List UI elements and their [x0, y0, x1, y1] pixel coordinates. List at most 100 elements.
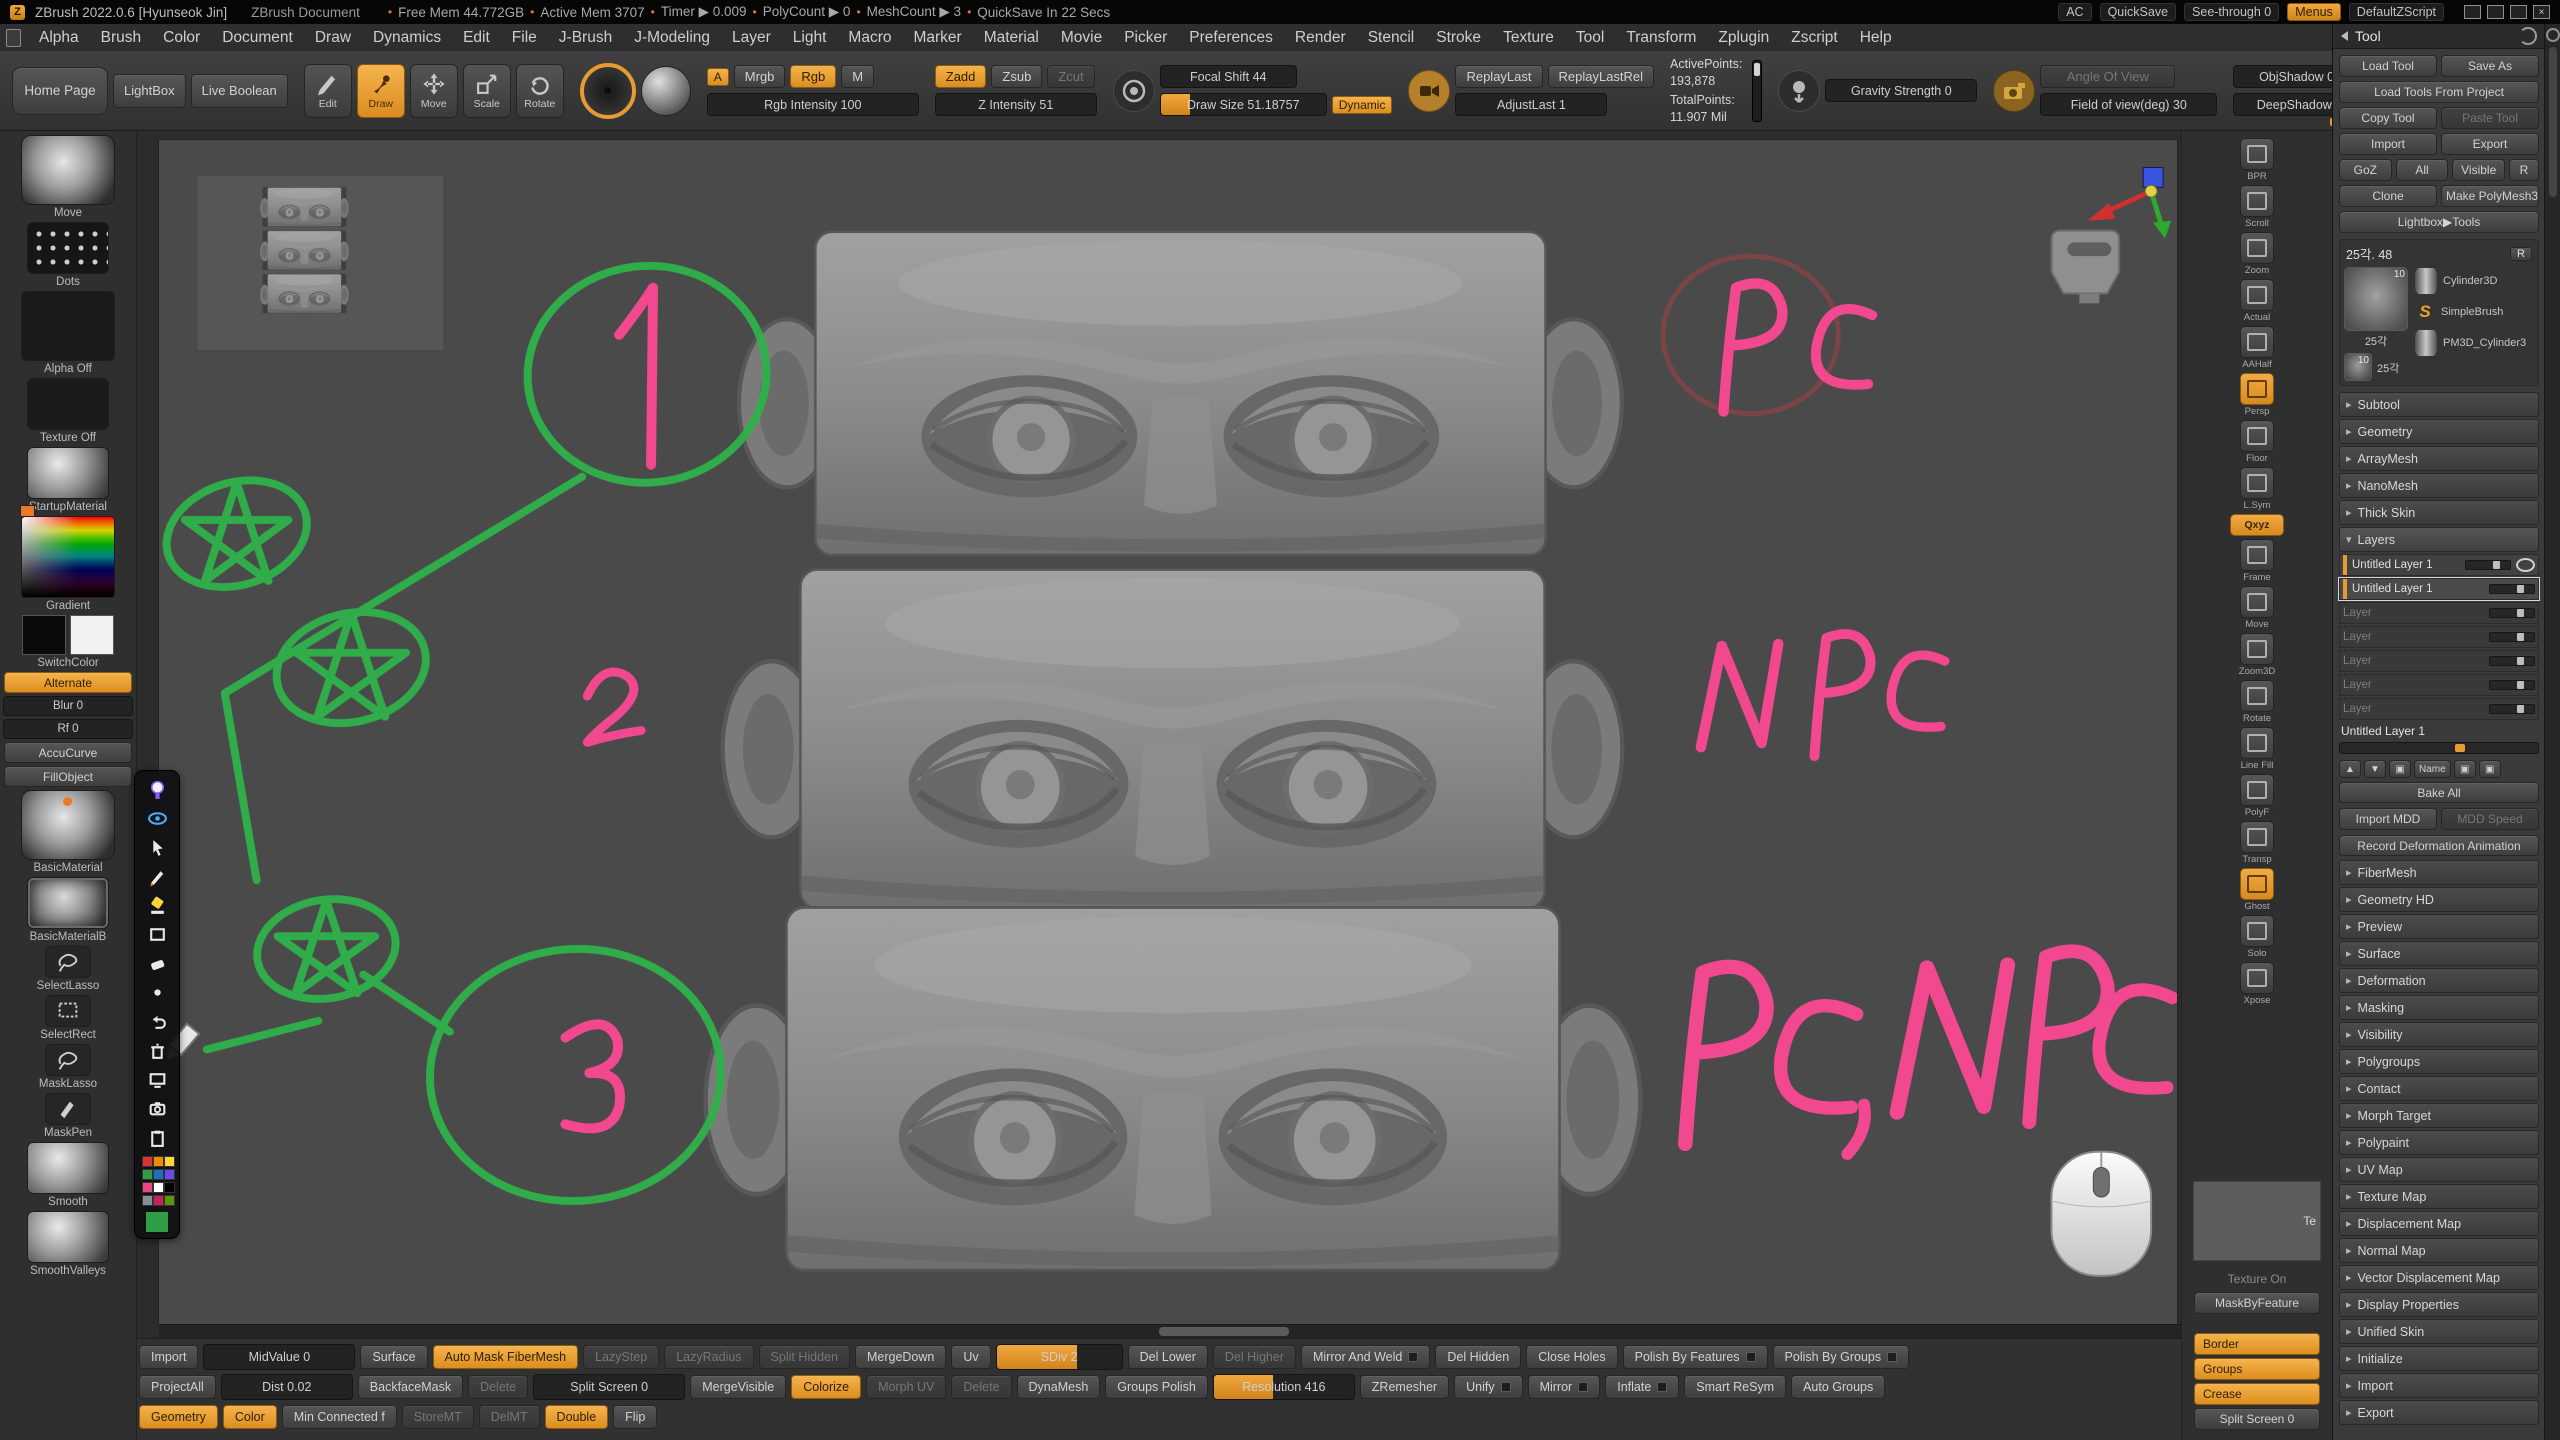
titlebar-quicksave[interactable]: QuickSave	[2100, 3, 2176, 21]
eye-icon[interactable]	[142, 805, 172, 832]
texture-off-thumbnail[interactable]	[27, 378, 109, 430]
titlebar-ac[interactable]: AC	[2058, 3, 2091, 21]
fillobject-button[interactable]: FillObject	[4, 766, 132, 787]
mode-edit-button[interactable]: Edit	[304, 64, 352, 118]
menu-zplugin[interactable]: Zplugin	[1707, 27, 1780, 49]
layer-slider[interactable]	[2489, 704, 2535, 714]
layer-dup-button[interactable]: ▣	[2454, 760, 2476, 778]
shelf-line-fill[interactable]: Line Fill	[2240, 727, 2274, 771]
scroll-icon[interactable]	[2240, 185, 2274, 217]
alpha-preview[interactable]	[641, 66, 691, 116]
section-deformation[interactable]: ▸Deformation	[2339, 968, 2539, 993]
focal-shift-slider[interactable]: Focal Shift 44	[1160, 65, 1297, 88]
trash-icon[interactable]	[142, 1037, 172, 1064]
win-layout-1-icon[interactable]	[2464, 5, 2481, 19]
mergedown-button[interactable]: MergeDown	[855, 1345, 946, 1369]
geometry-button[interactable]: Geometry	[139, 1405, 218, 1429]
shelf-ghost[interactable]: Ghost	[2240, 868, 2274, 912]
layer-slider[interactable]	[2489, 656, 2535, 666]
win-layout-2-icon[interactable]	[2487, 5, 2504, 19]
menu-file[interactable]: File	[501, 27, 548, 49]
section-unified-skin[interactable]: ▸Unified Skin	[2339, 1319, 2539, 1344]
menu-preferences[interactable]: Preferences	[1178, 27, 1284, 49]
shelf-xpose[interactable]: Xpose	[2240, 962, 2274, 1006]
border-button[interactable]: Border	[2194, 1333, 2320, 1355]
all-button[interactable]: All	[2396, 159, 2449, 181]
layer-row[interactable]: Layer	[2339, 602, 2539, 624]
surface-button[interactable]: Surface	[360, 1345, 427, 1369]
toggle-dot[interactable]	[1408, 1352, 1418, 1362]
alternate-button[interactable]: Alternate	[4, 672, 132, 693]
pen-icon[interactable]	[142, 863, 172, 890]
export-button[interactable]: Export	[2441, 133, 2539, 155]
win-close-icon[interactable]: ×	[2533, 5, 2550, 19]
unify-button[interactable]: Unify	[1454, 1375, 1522, 1399]
section-surface[interactable]: ▸Surface	[2339, 941, 2539, 966]
masklasso-icon[interactable]	[45, 1044, 91, 1076]
menu-j-brush[interactable]: J-Brush	[548, 27, 623, 49]
recent-tool-simplebrush[interactable]: SSimpleBrush	[2414, 299, 2534, 325]
layer-slider[interactable]	[2489, 680, 2535, 690]
undo-icon[interactable]	[142, 1008, 172, 1035]
main-color-swatch[interactable]	[22, 615, 66, 655]
floor-icon[interactable]	[2240, 420, 2274, 452]
load-tool-button[interactable]: Load Tool	[2339, 55, 2437, 77]
toggle-dot[interactable]	[1746, 1352, 1756, 1362]
menu-color[interactable]: Color	[152, 27, 211, 49]
solo-icon[interactable]	[2240, 915, 2274, 947]
split-screen-0-button[interactable]: Split Screen 0	[2194, 1408, 2320, 1430]
camera-icon[interactable]	[142, 1095, 172, 1122]
double-button[interactable]: Double	[545, 1405, 609, 1429]
document-canvas[interactable]	[159, 140, 2177, 1324]
lightbox-button[interactable]: LightBox	[113, 74, 186, 108]
palette-color[interactable]	[153, 1195, 164, 1206]
groups-polish-button[interactable]: Groups Polish	[1105, 1375, 1208, 1399]
section-fibermesh[interactable]: ▸FiberMesh	[2339, 860, 2539, 885]
layer-slider[interactable]	[2489, 608, 2535, 618]
zadd-button[interactable]: Zadd	[935, 65, 987, 88]
smart-resym-button[interactable]: Smart ReSym	[1684, 1375, 1786, 1399]
shelf-solo[interactable]: Solo	[2240, 915, 2274, 959]
persp-icon[interactable]	[2240, 373, 2274, 405]
polish-by-features-button[interactable]: Polish By Features	[1623, 1345, 1768, 1369]
menu-layer[interactable]: Layer	[721, 27, 782, 49]
del-hidden-button[interactable]: Del Hidden	[1435, 1345, 1521, 1369]
resolution-416-slider[interactable]: Resolution 416	[1213, 1374, 1355, 1400]
layer-row[interactable]: Layer	[2339, 650, 2539, 672]
selectrect-icon[interactable]	[45, 995, 91, 1027]
dynamesh-button[interactable]: DynaMesh	[1017, 1375, 1101, 1399]
toggle-dot[interactable]	[1887, 1352, 1897, 1362]
draw-size-slider[interactable]: Draw Size 51.18757	[1160, 93, 1327, 116]
layer-row[interactable]: Untitled Layer 1	[2339, 578, 2539, 600]
close-holes-button[interactable]: Close Holes	[1526, 1345, 1617, 1369]
line-fill-icon[interactable]	[2240, 727, 2274, 759]
eye-icon[interactable]	[2516, 558, 2535, 572]
transp-icon[interactable]	[2240, 821, 2274, 853]
active-tool-thumbnail[interactable]: 10	[2344, 267, 2408, 331]
mirror-and-weld-button[interactable]: Mirror And Weld	[1301, 1345, 1430, 1369]
shelf-l-sym[interactable]: L.Sym	[2240, 467, 2274, 511]
rgb-button[interactable]: Rgb	[790, 65, 836, 88]
titlebar-defaultzscript[interactable]: DefaultZScript	[2349, 3, 2444, 21]
make-polymesh3d-button[interactable]: Make PolyMesh3D	[2441, 185, 2539, 207]
home-page-button[interactable]: Home Page	[12, 67, 108, 115]
bpr-icon[interactable]	[2240, 138, 2274, 170]
layer-row[interactable]: Untitled Layer 1	[2339, 554, 2539, 576]
palette-color[interactable]	[142, 1182, 153, 1193]
mode-rotate-button[interactable]: Rotate	[516, 64, 564, 118]
color-button[interactable]: Color	[223, 1405, 277, 1429]
mrgb-button[interactable]: Mrgb	[734, 65, 786, 88]
palette-color[interactable]	[153, 1156, 164, 1167]
shelf-polyf[interactable]: PolyF	[2240, 774, 2274, 818]
replaylastrel-button[interactable]: ReplayLastRel	[1548, 65, 1655, 88]
save-as-button[interactable]: Save As	[2441, 55, 2539, 77]
section-polygroups[interactable]: ▸Polygroups	[2339, 1049, 2539, 1074]
shelf-rotate[interactable]: Rotate	[2240, 680, 2274, 724]
lightbox-tools-button[interactable]: Lightbox▶Tools	[2339, 211, 2539, 233]
palette-color[interactable]	[153, 1182, 164, 1193]
section-texture-map[interactable]: ▸Texture Map	[2339, 1184, 2539, 1209]
smooth-thumbnail[interactable]	[27, 1142, 109, 1194]
auto-mask-fibermesh-button[interactable]: Auto Mask FiberMesh	[433, 1345, 579, 1369]
mode-move-button[interactable]: Move	[410, 64, 458, 118]
menu-help[interactable]: Help	[1849, 27, 1903, 49]
